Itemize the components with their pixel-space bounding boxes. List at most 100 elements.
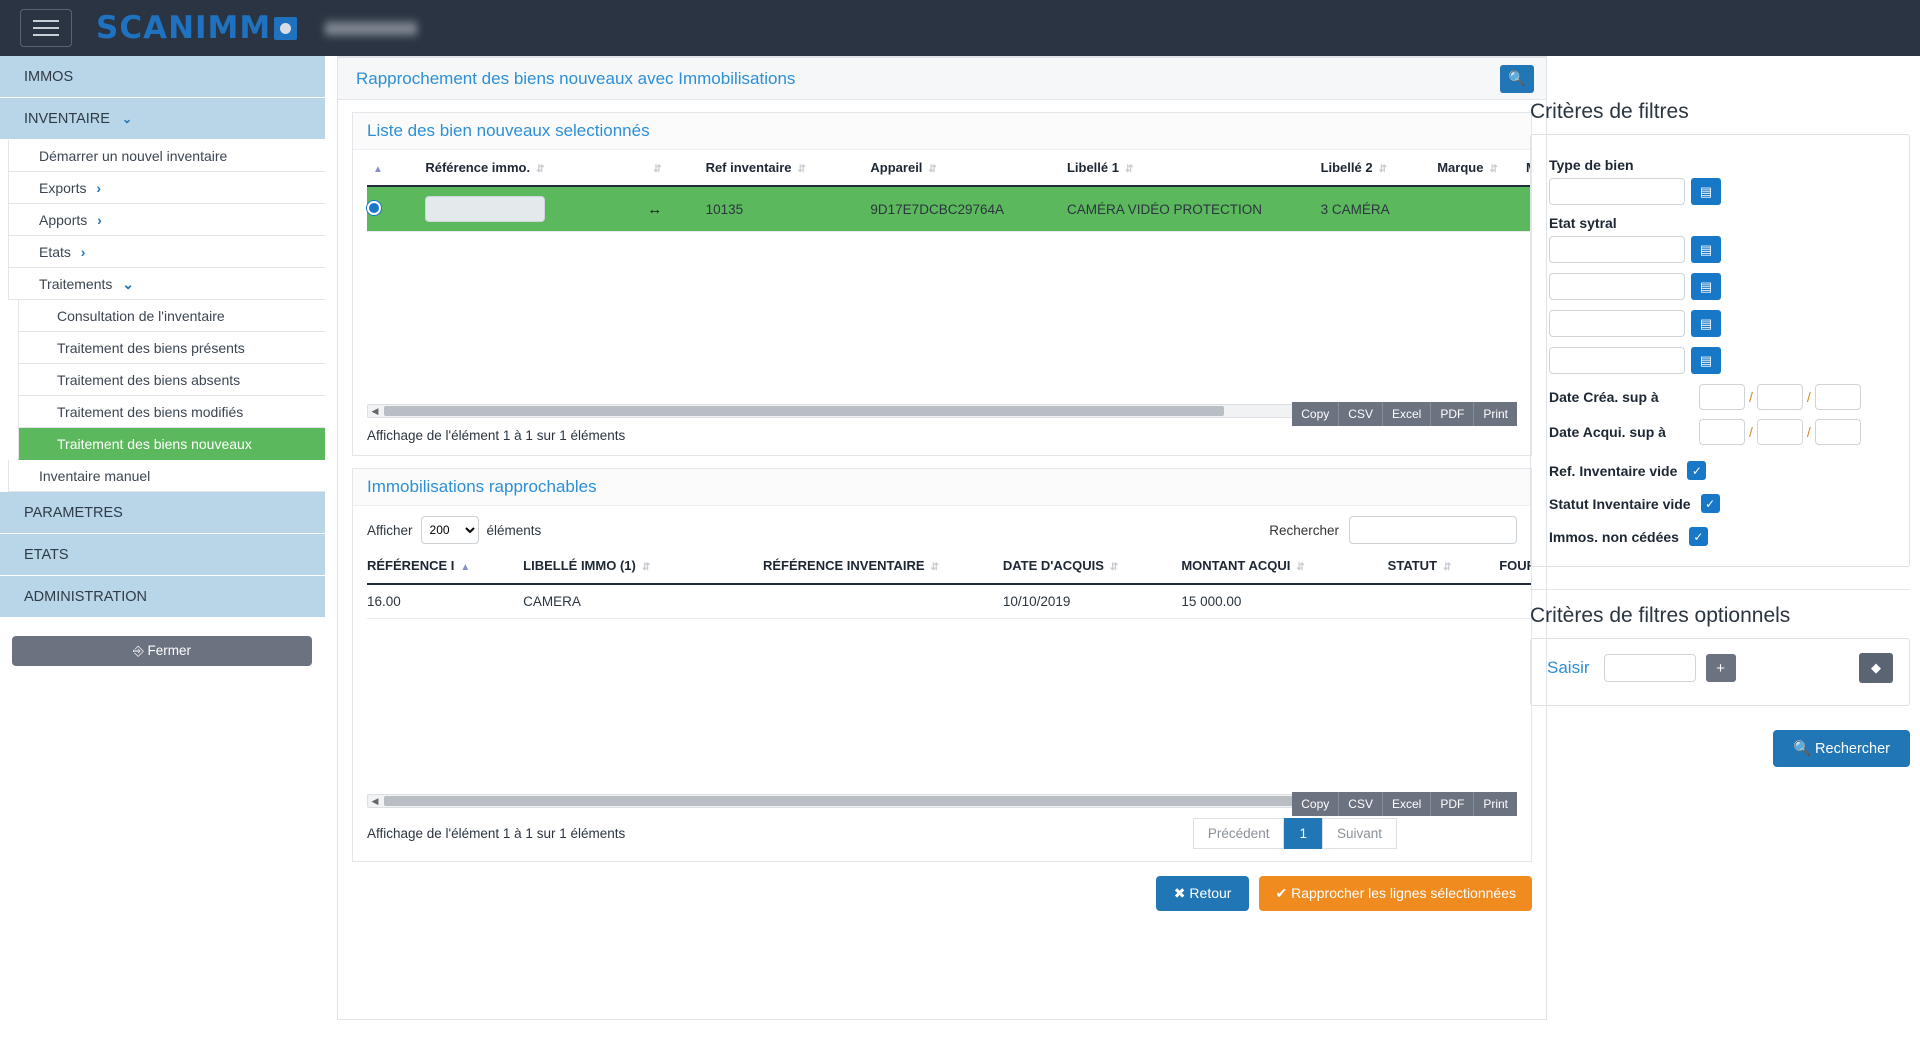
saisir-input[interactable] [1603,654,1696,682]
statut-inventaire-vide-checkbox[interactable]: ✓ [1700,494,1720,513]
col-libelle-immo[interactable]: LIBELLÉ IMMO (1) ⇵ [523,548,763,585]
new-items-table-wrapper: ▲ Référence immo. ⇵ ⇵ Ref inventaire ⇵ App… [353,150,1531,398]
immos-non-cedees-checkbox[interactable]: ✓ [1688,527,1708,546]
row-reference-immo-cell[interactable] [425,186,648,232]
col-marque[interactable]: Marque ⇵ [1437,150,1526,187]
export-print-button[interactable]: Print [1474,402,1517,426]
date-crea-year[interactable] [1814,384,1861,410]
col-sort-indicator[interactable]: ▲ [367,150,426,187]
etat-sytral-label: Etat sytral [1549,215,1617,231]
row-radio-cell[interactable] [367,186,426,232]
extra-filter-list-button-1[interactable]: ▤ [1691,273,1721,300]
sidebar-item-consultation-inventaire[interactable]: Consultation de l'inventaire [18,300,325,332]
extra-filter-input-3[interactable] [1549,347,1685,374]
type-de-bien-input[interactable] [1549,178,1685,205]
sidebar-item-etats-main[interactable]: ETATS [0,534,325,576]
filters-title: Critères de filtres [1530,100,1689,123]
col-reference-i[interactable]: RÉFÉRENCE I ▲ [367,548,524,585]
sidebar-item-parametres[interactable]: PARAMETRES [0,492,325,534]
export-excel-button[interactable]: Excel [1382,402,1432,426]
type-de-bien-list-button[interactable]: ▤ [1691,178,1721,205]
sidebar: IMMOS INVENTAIRE ⌄ Démarrer un nouvel in… [0,56,325,1040]
rapprocher-button[interactable]: ✔ Rapprocher les lignes sélectionnées [1259,876,1532,911]
scroll-thumb[interactable] [384,406,1224,416]
page-length-select[interactable]: 200 [420,516,479,544]
date-crea-month[interactable] [1756,384,1803,410]
col-statut[interactable]: STATUT ⇵ [1387,548,1500,585]
extra-filter-input-1[interactable] [1549,273,1685,300]
sort-icon: ⇵ [1489,164,1497,175]
sidebar-item-etats[interactable]: Etats › [8,236,325,268]
rechercher-button[interactable]: 🔍 Rechercher [1772,730,1910,767]
table-row[interactable]: ↔ 10135 9D17E7DCBC29764A CAMÉRA VIDÉO PR… [367,186,1531,232]
search-input[interactable] [1349,516,1517,544]
new-items-table-footer: Affichage de l'élément 1 à 1 sur 1 éléme… [353,402,1531,455]
sidebar-item-biens-absents[interactable]: Traitement des biens absents [18,364,325,396]
reference-immo-input[interactable] [425,196,546,222]
date-separator: / [1749,389,1753,405]
export-print-button[interactable]: Print [1474,792,1517,816]
sort-icon: ⇵ [641,562,650,573]
export-copy-button[interactable]: Copy [1292,792,1340,816]
sidebar-item-demarrer-inventaire[interactable]: Démarrer un nouvel inventaire [8,140,325,172]
checkbox-label: Statut Inventaire vide [1549,495,1691,512]
col-libelle-2[interactable]: Libellé 2 ⇵ [1320,150,1438,187]
sidebar-item-exports[interactable]: Exports › [8,172,325,204]
pagination-page-1[interactable]: 1 [1284,818,1322,849]
eraser-icon[interactable]: ◆ [1859,653,1893,683]
col-reference-inventaire[interactable]: RÉFÉRENCE INVENTAIRE ⇵ [763,548,1003,585]
pagination-next-button[interactable]: Suivant [1321,818,1397,849]
row-radio-selected[interactable] [367,200,381,215]
table-row[interactable]: 16.00 CAMERA 10/10/2019 15 000.00 [367,584,1531,619]
app-logo[interactable]: SCANIMM [96,10,298,46]
col-ref-inventaire[interactable]: Ref inventaire ⇵ [705,150,871,187]
immo-table: RÉFÉRENCE I ▲ LIBELLÉ IMMO (1) ⇵ RÉFÉRENCE… [367,548,1531,619]
col-fournisseur[interactable]: FOURNISSEUR DE IMMO [1499,548,1531,585]
date-acqui-year[interactable] [1814,419,1861,445]
add-filter-button[interactable]: + [1705,654,1736,682]
sidebar-item-label: ETATS [24,547,69,563]
col-montant-acqui[interactable]: MONTANT ACQUI ⇵ [1181,548,1388,585]
sidebar-item-inventaire[interactable]: INVENTAIRE ⌄ [0,98,325,140]
sidebar-item-immos[interactable]: IMMOS [0,56,325,98]
export-excel-button[interactable]: Excel [1382,792,1432,816]
sidebar-item-biens-modifies[interactable]: Traitement des biens modifiés [18,396,325,428]
scroll-left-arrow-icon[interactable]: ◀ [368,406,382,417]
hamburger-icon[interactable] [20,9,72,47]
sidebar-item-apports[interactable]: Apports › [8,204,325,236]
header-search-button[interactable]: 🔍 [1500,64,1534,93]
sidebar-item-biens-nouveaux[interactable]: Traitement des biens nouveaux [18,428,325,460]
date-crea-day[interactable] [1699,384,1745,410]
col-spacer[interactable]: ⇵ [647,150,706,187]
pagination-prev-button[interactable]: Précédent [1192,818,1285,849]
etat-sytral-input[interactable] [1549,236,1685,263]
extra-filter-list-button-2[interactable]: ▤ [1691,310,1721,337]
sidebar-item-administration[interactable]: ADMINISTRATION [0,576,325,618]
export-copy-button[interactable]: Copy [1292,402,1340,426]
checkbox-row-immos-non-cedees: Immos. non cédées ✓ [1549,527,1891,546]
col-date-acquis[interactable]: DATE D'ACQUIS ⇵ [1002,548,1182,585]
sidebar-item-inventaire-manuel[interactable]: Inventaire manuel [8,460,325,492]
scroll-left-arrow-icon[interactable]: ◀ [368,796,382,807]
extra-filter-list-button-3[interactable]: ▤ [1691,347,1721,374]
retour-button[interactable]: ✖ Retour [1155,876,1250,911]
col-appareil[interactable]: Appareil ⇵ [870,150,1067,187]
date-separator: / [1806,424,1811,440]
close-button[interactable]: ⎆ Fermer [12,636,312,666]
extra-filter-input-2[interactable] [1549,310,1685,337]
panel-new-items: Liste des bien nouveaux selectionnés ▲ R… [352,112,1532,456]
export-pdf-button[interactable]: PDF [1431,402,1475,426]
export-csv-button[interactable]: CSV [1339,402,1383,426]
col-reference-immo[interactable]: Référence immo. ⇵ [425,150,648,187]
date-acqui-day[interactable] [1699,419,1745,445]
sidebar-item-biens-presents[interactable]: Traitement des biens présents [18,332,325,364]
date-acqui-month[interactable] [1756,419,1803,445]
ref-inventaire-vide-checkbox[interactable]: ✓ [1687,461,1707,480]
sidebar-item-traitements[interactable]: Traitements ⌄ [8,268,325,300]
retour-label: Retour [1189,885,1232,901]
export-csv-button[interactable]: CSV [1339,792,1383,816]
etat-sytral-list-button[interactable]: ▤ [1691,236,1721,263]
col-libelle-1[interactable]: Libellé 1 ⇵ [1066,150,1321,187]
export-pdf-button[interactable]: PDF [1431,792,1475,816]
date-acqui-row: Date Acqui. sup à / / [1549,419,1891,445]
